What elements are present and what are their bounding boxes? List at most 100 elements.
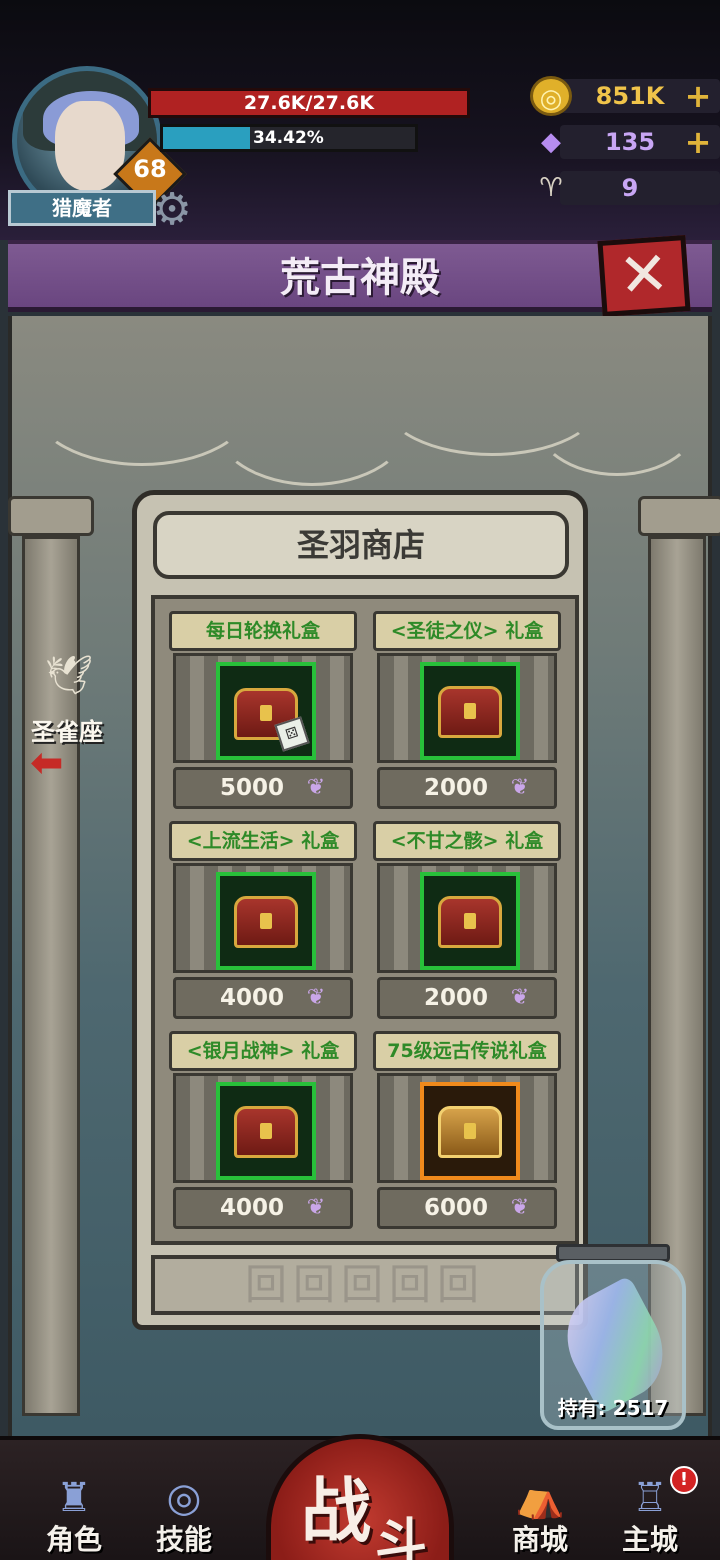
main-city-alert-badge: ! [670, 1466, 698, 1494]
prev-area-label: 圣雀座 [31, 718, 103, 746]
item-image [420, 1082, 520, 1180]
top-bar: 68 猎魔者 ⚙ 27.6K/27.6K 34.42% ◎ 851K + ◆ 1… [0, 0, 720, 240]
item-name: 75级远古传说礼盒 [373, 1031, 561, 1071]
item-name: 每日轮换礼盒 [169, 611, 357, 651]
xp-bar: 34.42% [160, 124, 418, 152]
dove-statue-icon: 🕊 [44, 653, 94, 697]
left-pillar-cap [8, 496, 94, 536]
nav-shop[interactable]: ⛺ 商城 [500, 1470, 580, 1560]
item-price: 6000 [423, 1195, 488, 1221]
shop-footer-ornament: 回回回回回 [151, 1255, 579, 1315]
gold-coin-icon: ◎ [530, 76, 572, 116]
item-name: <上流生活> 礼盒 [169, 821, 357, 861]
feather-icon: ❦ [306, 985, 326, 1010]
item-price-button[interactable]: 5000 ❦ [173, 767, 353, 809]
item-price: 4000 [219, 985, 284, 1011]
shop-panel: 圣羽商店 每日轮换礼盒 ⚄ 5000 ❦ <圣徒之仪> 礼盒 2000 ❦ <上… [132, 490, 588, 1330]
feather-icon: ❦ [510, 1195, 530, 1220]
item-image [216, 1082, 316, 1180]
gem-value: 135 [604, 128, 656, 156]
feather-icon: ❦ [510, 985, 530, 1010]
item-price-button[interactable]: 6000 ❦ [377, 1187, 557, 1229]
nav-label: 技能 [155, 1523, 212, 1556]
holdings-label: 持有: 2517 [557, 1396, 669, 1420]
ram-skull-icon: ♈ [539, 173, 563, 203]
fight-label-1: 战 [301, 1470, 371, 1552]
item-image [420, 662, 520, 760]
left-arrow-icon: ⬅ [30, 740, 64, 786]
item-price: 4000 [219, 1195, 284, 1221]
item-price-button[interactable]: 4000 ❦ [173, 1187, 353, 1229]
item-image [420, 872, 520, 970]
item-name: <不甘之骸> 礼盒 [373, 821, 561, 861]
item-name: <圣徒之仪> 礼盒 [373, 611, 561, 651]
item-price: 2000 [423, 985, 488, 1011]
hp-text: 27.6K/27.6K [243, 92, 375, 114]
chest-lock [260, 913, 272, 929]
item-price-button[interactable]: 2000 ❦ [377, 977, 557, 1019]
shop-grid: 每日轮换礼盒 ⚄ 5000 ❦ <圣徒之仪> 礼盒 2000 ❦ <上流生活> … [151, 595, 579, 1245]
item-price: 2000 [423, 775, 488, 801]
treasure-chest-icon [438, 686, 502, 738]
xp-fill [163, 127, 250, 149]
fight-button[interactable]: 战 斗 [266, 1434, 454, 1560]
prev-area-nav[interactable]: 🕊 圣雀座 ⬅ [12, 652, 122, 786]
item-frame [173, 863, 353, 973]
shop-item[interactable]: <银月战神> 礼盒 4000 ❦ [169, 1031, 357, 1229]
nav-label: 角色 [45, 1523, 102, 1556]
item-frame [173, 1073, 353, 1183]
avatar-face [55, 101, 125, 191]
item-name: <银月战神> 礼盒 [169, 1031, 357, 1071]
gem-add-button[interactable]: + [680, 122, 716, 162]
shop-title: 圣羽商店 [296, 526, 425, 564]
hp-bar: 27.6K/27.6K [148, 88, 470, 118]
item-frame [377, 1073, 557, 1183]
gold-add-button[interactable]: + [680, 76, 716, 116]
gem-resource: ◆ 135 + [530, 122, 720, 162]
item-frame [377, 863, 557, 973]
nav-label: 主城 [621, 1523, 678, 1556]
item-frame [377, 653, 557, 763]
feather-jar: 持有: 2517 [540, 1244, 686, 1430]
hanging-vine [532, 356, 702, 476]
xp-text: 34.42% [253, 128, 324, 148]
treasure-chest-icon [234, 896, 298, 948]
horn-resource: ♈ 9 [530, 168, 720, 208]
feather-icon: ❦ [306, 775, 326, 800]
item-price: 5000 [219, 775, 284, 801]
purple-crystal-icon: ◆ [541, 127, 561, 157]
item-image: ⚄ [216, 662, 316, 760]
item-frame: ⚄ [173, 653, 353, 763]
right-pillar-cap [638, 496, 720, 536]
shop-item[interactable]: 75级远古传说礼盒 6000 ❦ [373, 1031, 561, 1229]
chest-lock [464, 1123, 476, 1139]
settings-gear-icon[interactable]: ⚙ [148, 186, 196, 234]
shop-item[interactable]: <不甘之骸> 礼盒 2000 ❦ [373, 821, 561, 1019]
feather-icon: ❦ [510, 775, 530, 800]
item-price-button[interactable]: 2000 ❦ [377, 767, 557, 809]
player-level: 68 [133, 155, 167, 183]
treasure-chest-icon [234, 1106, 298, 1158]
nav-character[interactable]: ♜ 角色 [34, 1470, 114, 1560]
shop-item[interactable]: <圣徒之仪> 礼盒 2000 ❦ [373, 611, 561, 809]
item-image [216, 872, 316, 970]
player-name: 猎魔者 [8, 190, 156, 226]
gold-value: 851K [595, 82, 665, 110]
chest-lock [464, 703, 476, 719]
treasure-chest-icon [438, 896, 502, 948]
gold-resource: ◎ 851K + [530, 76, 720, 116]
feather-icon: ❦ [306, 1195, 326, 1220]
item-price-button[interactable]: 4000 ❦ [173, 977, 353, 1019]
shop-item[interactable]: 每日轮换礼盒 ⚄ 5000 ❦ [169, 611, 357, 809]
nav-skills[interactable]: ◎ 技能 [144, 1470, 224, 1560]
nav-label: 商城 [511, 1523, 568, 1556]
close-button[interactable]: ✕ [597, 235, 691, 317]
chest-lock [260, 705, 272, 721]
bottom-nav: ♜ 角色 ◎ 技能 战 斗 ⛺ 商城 ♖ 主城 [0, 1434, 720, 1560]
golden-chest-icon [438, 1106, 502, 1158]
shop-title-plate: 圣羽商店 [153, 511, 569, 579]
chest-lock [260, 1123, 272, 1139]
horn-value: 9 [621, 174, 639, 202]
shop-item[interactable]: <上流生活> 礼盒 4000 ❦ [169, 821, 357, 1019]
fight-label-2: 斗 [375, 1514, 428, 1560]
